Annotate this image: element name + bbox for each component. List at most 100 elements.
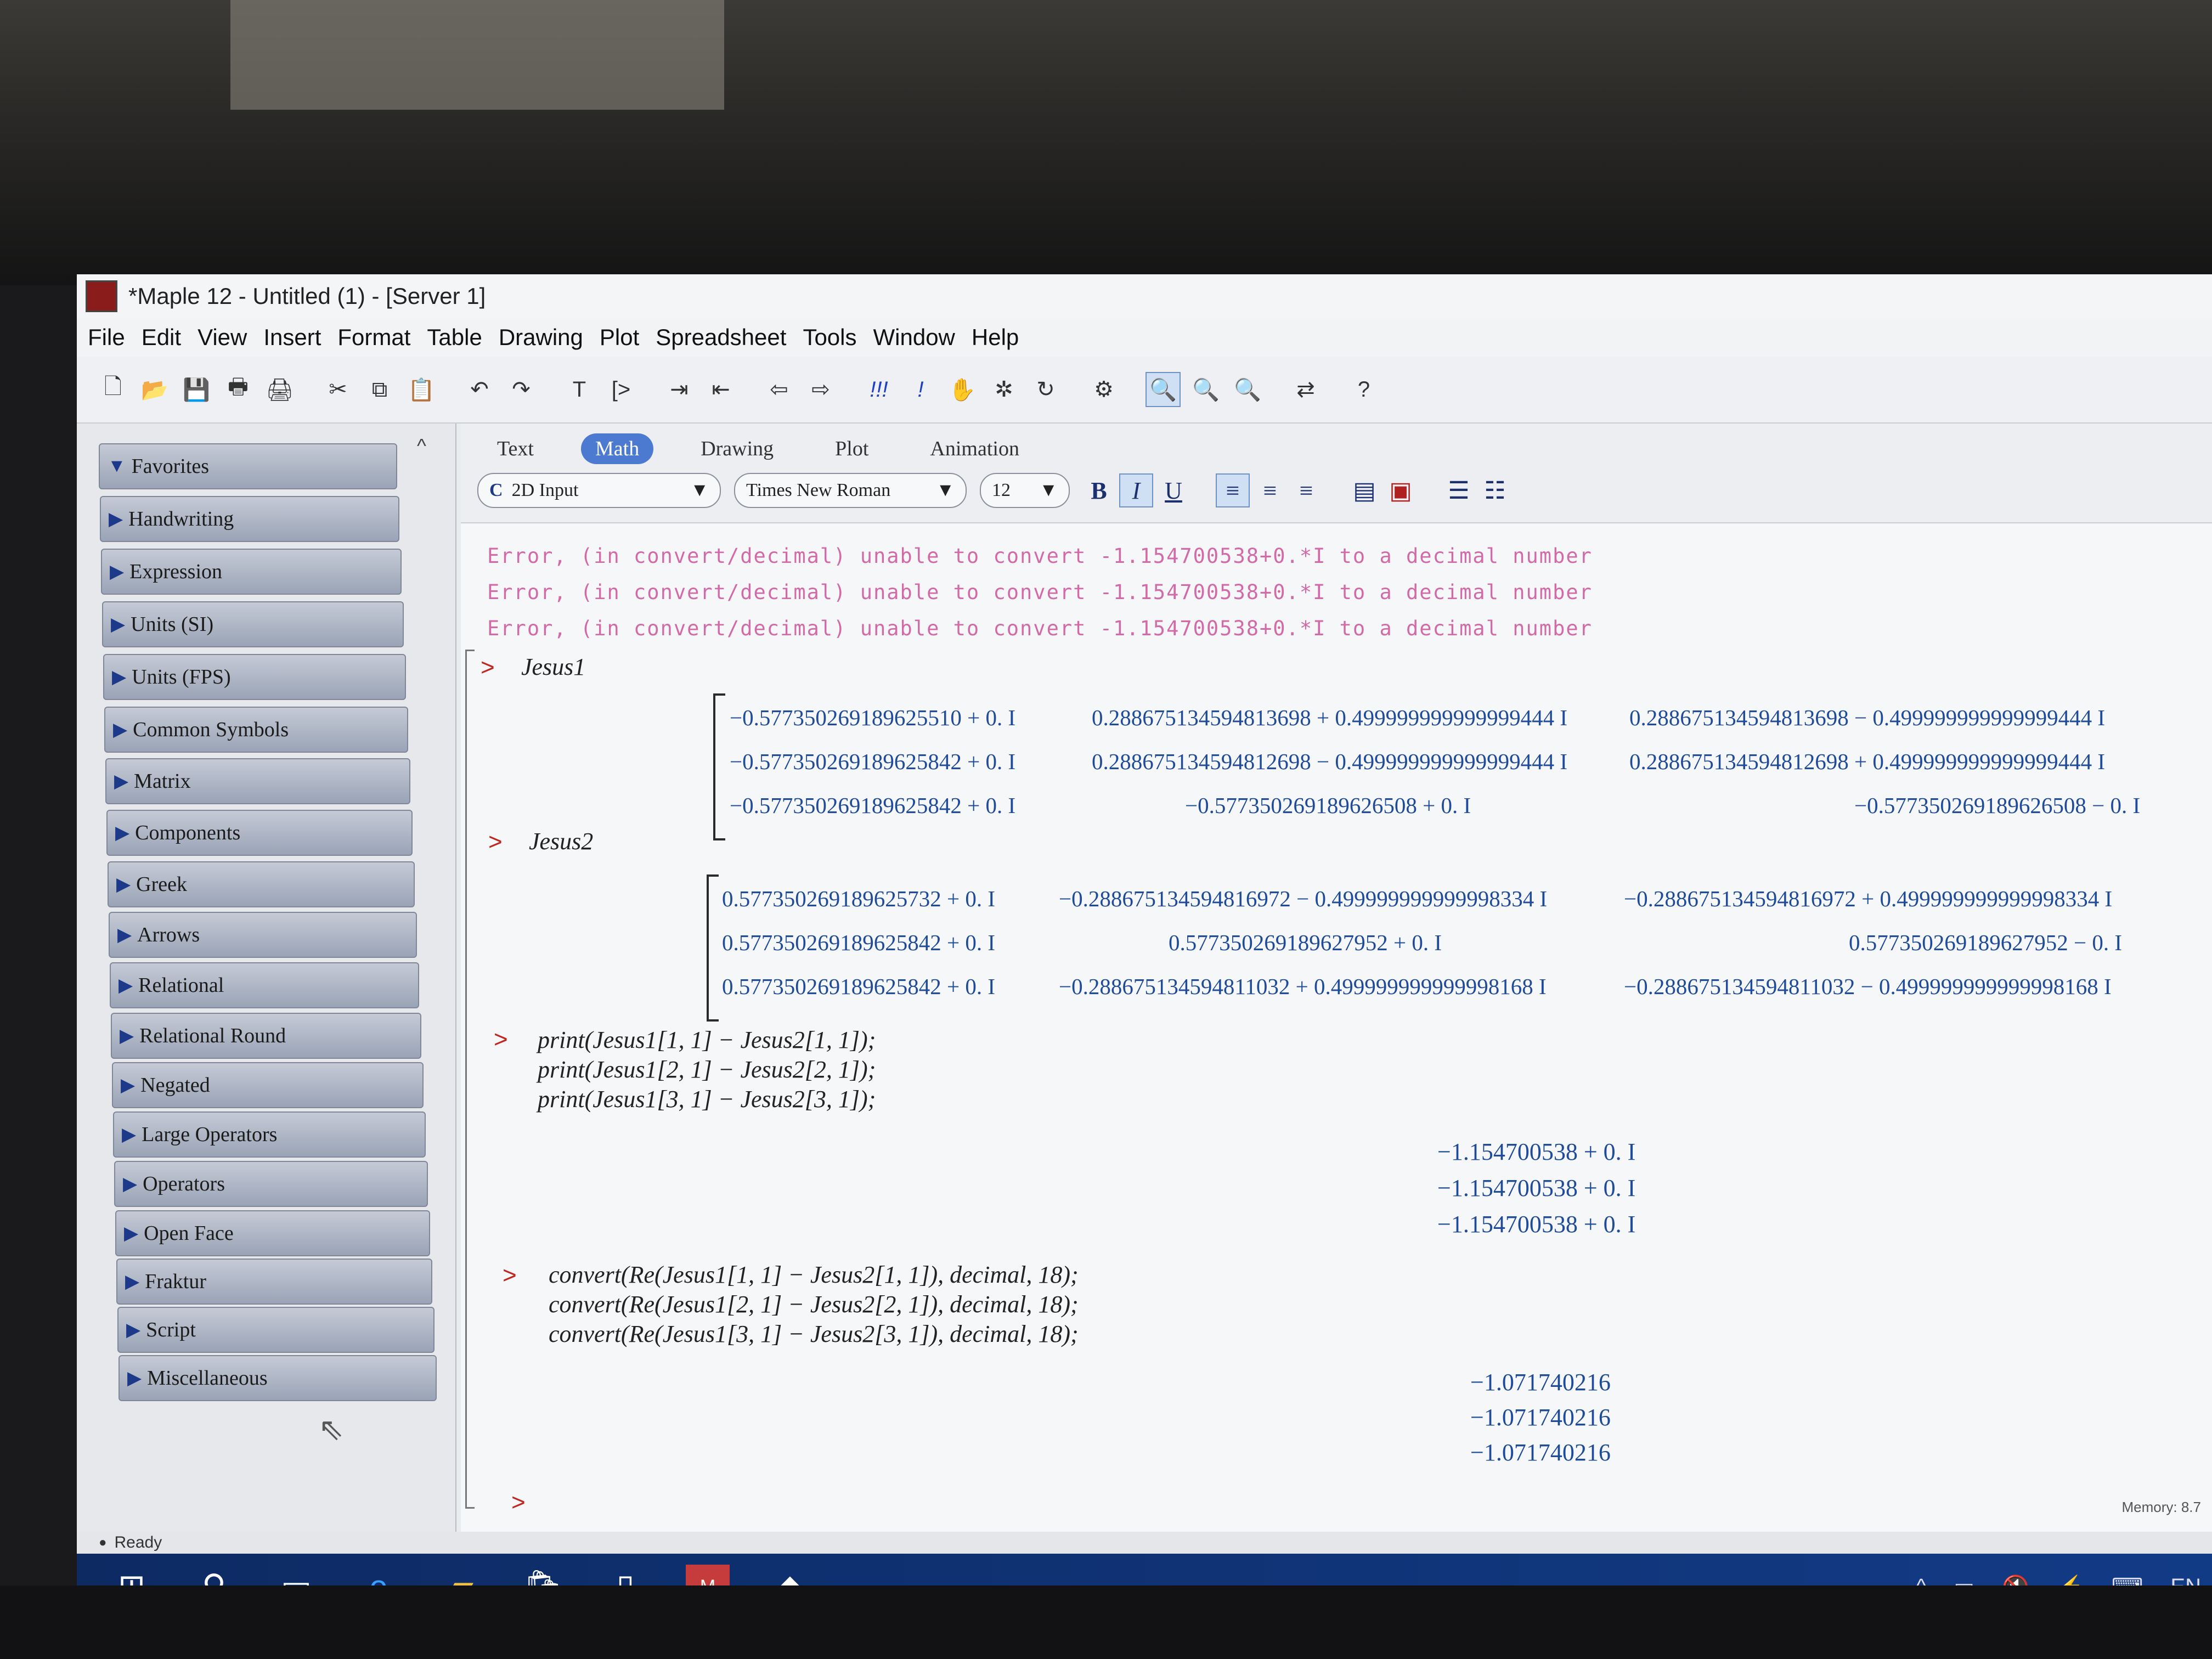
align-left-icon[interactable]: ≡ [1216,473,1250,507]
palette-matrix[interactable]: ▶ Matrix [105,758,410,804]
print-icon[interactable]: 🖶 [222,373,255,406]
size-select[interactable]: 12 ▼ [980,473,1070,508]
highlight-color-icon[interactable]: ▣ [1385,475,1417,506]
indent-icon[interactable]: ⇥ [663,373,696,406]
command-convert[interactable]: convert(Re(Jesus1[2, 1] − Jesus2[2, 1]),… [549,1290,1079,1318]
palette-greek[interactable]: ▶ Greek [108,861,415,907]
palette-script[interactable]: ▶ Script [117,1307,435,1353]
zoom-200-icon[interactable]: 🔍 [1231,373,1264,406]
command-jesus2[interactable]: Jesus2 [529,827,593,855]
paste-icon[interactable]: 📋 [405,373,438,406]
save-icon[interactable]: 💾 [180,373,213,406]
language-indicator[interactable]: EN [2170,1575,2201,1586]
tab-plot[interactable]: Plot [821,433,883,464]
open-folder-icon[interactable]: 📂 [138,373,171,406]
tab-animation[interactable]: Animation [916,433,1034,464]
menu-plot[interactable]: Plot [600,324,639,351]
palette-units-fps[interactable]: ▶ Units (FPS) [103,654,406,700]
network-icon[interactable]: ⚡ [2057,1574,2084,1586]
menu-view[interactable]: View [198,324,247,351]
command-convert[interactable]: convert(Re(Jesus1[3, 1] − Jesus2[3, 1]),… [549,1320,1079,1348]
palette-fraktur[interactable]: ▶ Fraktur [116,1259,432,1305]
palette-handwriting[interactable]: ▶ Handwriting [100,496,399,542]
menu-format[interactable]: Format [337,324,410,351]
task-view-icon[interactable]: ▭ [274,1565,318,1585]
new-document-icon[interactable]: 🗋 [97,373,129,406]
edge-browser-icon[interactable]: e [357,1565,400,1586]
volume-muted-icon[interactable]: 🔇 [2002,1574,2029,1586]
menu-file[interactable]: File [88,324,125,351]
toggle-input-icon[interactable]: ⇄ [1289,373,1322,406]
palette-relational-round[interactable]: ▶ Relational Round [111,1013,421,1059]
align-center-icon[interactable]: ≡ [1254,475,1286,506]
help-icon[interactable]: ? [1347,373,1380,406]
restart-icon[interactable]: ↻ [1029,373,1062,406]
command-print[interactable]: print(Jesus1[1, 1] − Jesus2[1, 1]); [538,1026,876,1054]
italic-icon[interactable]: I [1119,473,1153,507]
worksheet-area[interactable]: Error, (in convert/decimal) unable to co… [461,523,2212,1532]
battery-icon[interactable]: ▭ [1954,1574,1974,1585]
command-jesus1[interactable]: Jesus1 [521,653,585,681]
debug-bug-icon[interactable]: ✲ [988,373,1020,406]
align-right-icon[interactable]: ≡ [1290,475,1322,506]
command-convert[interactable]: convert(Re(Jesus1[1, 1] − Jesus2[1, 1]),… [549,1261,1079,1289]
palette-negated[interactable]: ▶ Negated [112,1062,424,1108]
palette-common-symbols[interactable]: ▶ Common Symbols [104,707,408,753]
store-icon[interactable]: 🛍 [521,1565,565,1586]
palette-relational[interactable]: ▶ Relational [110,962,419,1008]
palette-large-operators[interactable]: ▶ Large Operators [113,1111,426,1158]
menu-window[interactable]: Window [873,324,955,351]
font-select[interactable]: Times New Roman ▼ [734,473,967,508]
palette-miscellaneous[interactable]: ▶ Miscellaneous [119,1355,437,1401]
numbered-list-icon[interactable]: ☷ [1479,475,1511,506]
bold-icon[interactable]: B [1083,475,1115,506]
tab-text[interactable]: Text [483,433,548,464]
foreground-color-icon[interactable]: ▤ [1348,475,1380,506]
forward-arrow-icon[interactable]: ⇨ [804,373,837,406]
eraser-app-icon[interactable]: ◆ [768,1565,812,1585]
execute-all-icon[interactable]: !!! [862,373,895,406]
menu-drawing[interactable]: Drawing [499,324,583,351]
bullet-list-icon[interactable]: ☰ [1443,475,1475,506]
input-mode-select[interactable]: C 2D Input ▼ [477,473,721,508]
text-mode-icon[interactable]: T [563,373,596,406]
print-preview-icon[interactable]: 🖨 [263,373,296,406]
zoom-100-icon[interactable]: 🔍 [1146,372,1181,407]
empty-input-prompt[interactable]: > [511,1489,526,1516]
palette-expression[interactable]: ▶ Expression [101,549,402,595]
outdent-icon[interactable]: ⇤ [704,373,737,406]
chevron-up-icon[interactable]: ^ [1916,1575,1926,1586]
menu-help[interactable]: Help [972,324,1019,351]
command-print[interactable]: print(Jesus1[3, 1] − Jesus2[3, 1]); [538,1085,876,1113]
cut-icon[interactable]: ✂ [321,373,354,406]
palette-open-face[interactable]: ▶ Open Face [115,1210,430,1256]
menu-table[interactable]: Table [427,324,482,351]
copy-icon[interactable]: ⧉ [363,373,396,406]
windows-start-icon[interactable]: ⊞ [110,1565,154,1585]
document-app-icon[interactable]: ▯ [603,1565,647,1585]
undo-icon[interactable]: ↶ [463,373,496,406]
execute-icon[interactable]: ! [904,373,937,406]
command-print[interactable]: print(Jesus1[2, 1] − Jesus2[2, 1]); [538,1056,876,1084]
palette-units-si[interactable]: ▶ Units (SI) [102,601,404,647]
keyboard-icon[interactable]: ⌨ [2112,1574,2143,1585]
palette-scroll-up-icon[interactable]: ^ [417,435,426,458]
tab-drawing[interactable]: Drawing [686,433,788,464]
palette-favorites[interactable]: ▼ Favorites [99,443,397,489]
back-arrow-icon[interactable]: ⇦ [763,373,795,406]
tab-math[interactable]: Math [580,433,654,464]
menu-spreadsheet[interactable]: Spreadsheet [656,324,786,351]
execution-group-icon[interactable]: [> [605,373,637,406]
settings-gear-icon[interactable]: ⚙ [1087,373,1120,406]
menu-tools[interactable]: Tools [803,324,856,351]
search-icon[interactable]: ⚲ [192,1565,236,1585]
menu-edit[interactable]: Edit [142,324,181,351]
palette-components[interactable]: ▶ Components [106,810,413,856]
redo-icon[interactable]: ↷ [505,373,538,406]
file-explorer-icon[interactable]: ▰ [439,1565,483,1585]
menu-insert[interactable]: Insert [263,324,321,351]
stop-hand-icon[interactable]: ✋ [946,373,979,406]
underline-icon[interactable]: U [1158,475,1189,506]
palette-arrows[interactable]: ▶ Arrows [109,912,417,958]
palette-operators[interactable]: ▶ Operators [114,1161,428,1207]
